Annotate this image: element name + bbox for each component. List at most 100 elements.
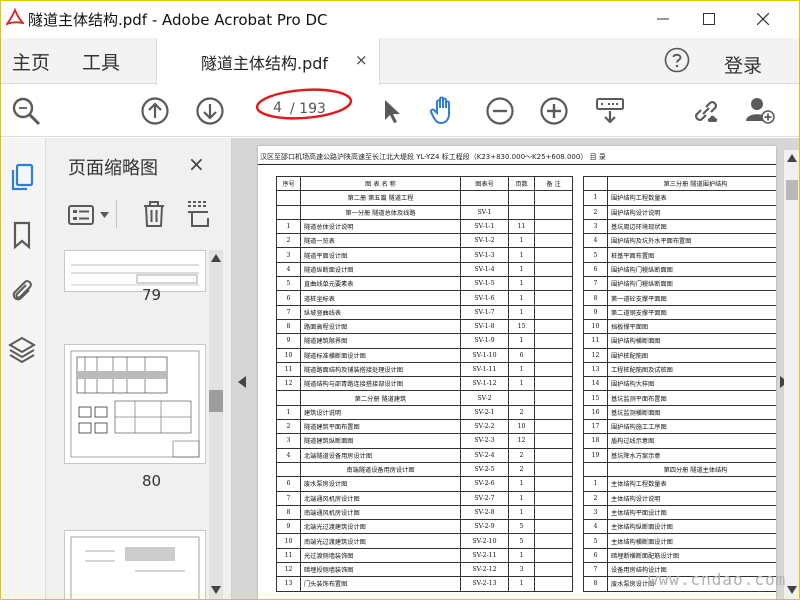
hand-tool-icon[interactable] xyxy=(428,94,460,126)
doc-scroll-down-arrow-icon[interactable] xyxy=(787,586,797,594)
zoom-in-icon[interactable] xyxy=(538,95,570,127)
right-table-cell: 围护结构门幔纵断面图 xyxy=(607,276,776,292)
left-table-cell xyxy=(534,218,573,235)
maximize-icon xyxy=(703,13,715,25)
layers-icon[interactable] xyxy=(8,334,36,364)
thumbnail-page-80[interactable] xyxy=(64,344,206,464)
left-table-cell xyxy=(534,290,573,306)
left-table-cell: 隧道一览表 xyxy=(300,233,461,249)
left-table-cell: 6 xyxy=(276,290,301,306)
left-table-cell: 1 xyxy=(508,233,535,249)
chevron-down-icon[interactable] xyxy=(100,212,109,218)
close-window-button[interactable] xyxy=(740,4,786,34)
tab-close-icon[interactable]: × xyxy=(355,51,368,69)
left-table-cell: 13 xyxy=(276,576,301,592)
left-table-header-cell: 图表号 xyxy=(460,175,509,192)
right-table-row: 13 工程桩配筋图及试桩图 xyxy=(583,361,776,378)
help-icon[interactable] xyxy=(664,47,690,73)
left-table-cell: 暗埋段侧墙装饰图 xyxy=(300,562,461,578)
left-table-header-cell: 序号 xyxy=(276,175,301,192)
page-thumbnails-icon[interactable] xyxy=(8,162,36,192)
right-table-cell xyxy=(583,461,608,478)
thumbnail-page-81[interactable] xyxy=(64,530,206,600)
crop-pages-icon[interactable] xyxy=(186,200,212,228)
zoom-out-icon[interactable] xyxy=(484,95,516,127)
collapse-left-panel-icon[interactable] xyxy=(238,376,246,388)
scroll-up-arrow-icon[interactable] xyxy=(211,254,221,262)
thumbnail-scrollbar-track[interactable] xyxy=(209,250,223,600)
share-link-icon[interactable] xyxy=(690,95,722,127)
left-table-cell: 15 xyxy=(508,318,535,335)
left-table-row: 8 路面高程设计图 SV-1-8 15 xyxy=(276,318,573,335)
right-table-cell: 4 xyxy=(583,233,608,249)
left-table-row: 7 纵坡竖曲线表 SV-1-7 1 xyxy=(276,304,573,320)
left-table-cell: 2 xyxy=(276,419,301,435)
left-table-cell: SV-2 xyxy=(460,390,509,406)
right-table-cell: 2 xyxy=(583,204,608,220)
right-table-row: 1 主体结构工程数量表 xyxy=(583,476,776,492)
scroll-down-arrow-icon[interactable] xyxy=(211,586,221,594)
trash-icon[interactable] xyxy=(142,200,166,228)
next-page-icon[interactable] xyxy=(194,95,226,127)
left-table-cell: SV-2-7 xyxy=(460,490,509,506)
document-scrollbar-thumb[interactable] xyxy=(786,180,798,200)
left-table-row: 2 隧道一览表 SV-1-2 1 xyxy=(276,233,573,249)
zoom-search-icon[interactable] xyxy=(10,95,42,127)
left-table-cell: SV-2-12 xyxy=(460,562,509,578)
left-table-cell xyxy=(534,276,573,292)
right-table-cell: 18 xyxy=(583,433,608,449)
thumbnail-panel-close-icon[interactable]: × xyxy=(188,152,205,176)
left-table-cell xyxy=(534,361,573,378)
left-table-cell: 7 xyxy=(276,304,301,320)
left-table-cell xyxy=(534,504,573,521)
doc-scroll-up-arrow-icon[interactable] xyxy=(787,154,797,162)
right-table-cell: 围护桩配筋图 xyxy=(607,347,776,363)
left-table-cell xyxy=(534,304,573,320)
left-table-cell xyxy=(534,261,573,278)
left-table-cell: SV-1-3 xyxy=(460,247,509,263)
page-display-icon[interactable] xyxy=(594,95,626,127)
right-table-cell: 5 xyxy=(583,247,608,263)
left-table-cell: 1 xyxy=(508,247,535,263)
minimize-button[interactable] xyxy=(640,4,686,34)
left-table-cell: 隧道平面设计图 xyxy=(300,247,461,263)
left-table-cell: 第二册 第五篇 隧道工程 xyxy=(300,190,461,206)
document-tab[interactable]: 隧道主体结构.pdf × xyxy=(156,38,380,85)
left-table-cell: 南端光过渡建筑设计图 xyxy=(300,533,461,549)
left-table-cell: 第一分册 隧道总体及线路 xyxy=(300,204,461,220)
thumbnail-options-icon[interactable] xyxy=(68,204,94,226)
right-table-cell: 19 xyxy=(583,447,608,463)
left-table-cell: 6 xyxy=(276,476,301,492)
left-table-cell: SV-1-8 xyxy=(460,318,509,335)
menu-tools[interactable]: 工具 xyxy=(82,48,120,75)
thumbnail-page-79[interactable] xyxy=(64,250,206,292)
left-table-cell: SV-1-7 xyxy=(460,304,509,320)
maximize-button[interactable] xyxy=(686,4,732,34)
previous-page-icon[interactable] xyxy=(139,95,171,127)
thumbnail-scrollbar-thumb[interactable] xyxy=(209,390,223,412)
bookmark-icon[interactable] xyxy=(8,220,36,250)
document-tab-label: 隧道主体结构.pdf xyxy=(201,54,329,73)
right-table-cell: 工程桩配筋图及试桩图 xyxy=(607,361,776,378)
right-table-cell: 10 xyxy=(583,318,608,335)
left-table-header-cell: 图 表 名 称 xyxy=(300,175,461,192)
page-81-preview-drawing xyxy=(70,536,200,600)
document-scrollbar-track[interactable] xyxy=(784,150,800,600)
attachment-icon[interactable] xyxy=(8,276,36,306)
login-link[interactable]: 登录 xyxy=(724,51,762,78)
menu-home[interactable]: 主页 xyxy=(12,48,50,75)
left-table-row: 10 南端光过渡建筑设计图 SV-2-10 5 xyxy=(276,533,573,549)
left-table-cell xyxy=(276,204,301,220)
left-table-cell: 5 xyxy=(276,276,301,292)
header-rule xyxy=(258,164,776,165)
left-table-cell: 6 xyxy=(508,347,535,363)
add-user-icon[interactable] xyxy=(744,94,776,126)
left-table-row: 3 隧道平面设计图 SV-1-3 1 xyxy=(276,247,573,263)
toolbar-divider xyxy=(116,200,117,228)
left-table-cell xyxy=(534,533,573,549)
select-cursor-icon[interactable] xyxy=(376,95,408,127)
right-table-row: 19 基坑降水方案示意 xyxy=(583,447,776,463)
left-table-cell xyxy=(534,247,573,263)
left-table-cell: SV-2-3 xyxy=(460,433,509,449)
left-table-cell: SV-2-1 xyxy=(460,404,509,421)
